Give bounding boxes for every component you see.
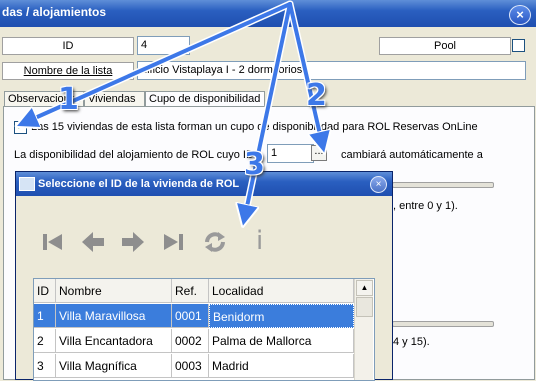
cell-localidad: Benidorm (209, 304, 354, 328)
pool-checkbox[interactable] (512, 39, 525, 52)
callout-number-3: 3 (244, 147, 265, 182)
callout-number-1: 1 (58, 82, 79, 117)
table-row[interactable]: 1 Villa Maravillosa 0001 Benidorm (34, 304, 354, 328)
app-icon (19, 177, 35, 191)
cell-ref: 0002 (172, 329, 209, 353)
ellipsis-button[interactable]: ... (311, 145, 327, 161)
previous-record-icon[interactable] (80, 229, 106, 255)
refresh-icon[interactable] (202, 229, 228, 255)
range2-text: 4 y 15). (393, 336, 430, 348)
table-row[interactable]: 3 Villa Magnífica 0003 Madrid (34, 354, 354, 378)
window-title: das / alojamientos (2, 5, 107, 19)
cell-nombre: Villa Magnífica (56, 354, 172, 378)
callout-number-2: 2 (306, 78, 327, 113)
cell-localidad: Palma de Mallorca (209, 329, 354, 353)
range1-text: , entre 0 y 1). (393, 200, 458, 212)
id-label: ID (2, 37, 134, 55)
viviendas-grid: ID Nombre Ref. Localidad 1 Villa Maravil… (33, 278, 375, 381)
id-field[interactable]: 4 (137, 36, 190, 55)
next-record-icon[interactable] (120, 229, 146, 255)
scroll-up-icon[interactable]: ▲ (356, 280, 373, 296)
cell-ref: 0003 (172, 354, 209, 378)
tab-viviendas[interactable]: Viviendas (84, 91, 145, 106)
last-record-icon[interactable] (160, 229, 186, 255)
disponibilidad-text: La disponibilidad del alojamiento de ROL… (14, 149, 254, 161)
cell-nombre: Villa Encantadora (56, 329, 172, 353)
dialog-titlebar: Seleccione el ID de la vivienda de ROL × (16, 172, 392, 196)
info-icon[interactable]: i (256, 226, 263, 256)
column-header-nombre[interactable]: Nombre (56, 279, 172, 303)
rol-id-field[interactable]: 1 (267, 144, 314, 163)
cell-id: 1 (34, 304, 56, 328)
cambiara-text: cambiará automáticamente a (341, 149, 483, 161)
cupo-checkbox[interactable]: ✔ (14, 120, 27, 134)
pool-label: Pool (379, 37, 511, 55)
select-vivienda-dialog: Seleccione el ID de la vivienda de ROL ×… (15, 171, 393, 381)
tab-cupo-disponibilidad[interactable]: Cupo de disponibilidad (145, 91, 265, 107)
cell-ref: 0001 (172, 304, 209, 328)
scroll-thumb[interactable] (356, 297, 373, 317)
list-name-label: Nombre de la lista (2, 62, 134, 80)
slider-track-2[interactable] (392, 321, 494, 327)
dialog-close-button[interactable]: × (370, 176, 387, 193)
dialog-title: Seleccione el ID de la vivienda de ROL (38, 178, 240, 190)
column-header-ref[interactable]: Ref. (172, 279, 209, 303)
first-record-icon[interactable] (40, 229, 66, 255)
window-close-button[interactable]: × (509, 5, 531, 25)
slider-track-1[interactable] (392, 182, 494, 188)
cell-id: 2 (34, 329, 56, 353)
cell-id: 3 (34, 354, 56, 378)
table-row[interactable]: 2 Villa Encantadora 0002 Palma de Mallor… (34, 329, 354, 353)
grid-header-row: ID Nombre Ref. Localidad (34, 279, 354, 303)
column-header-localidad[interactable]: Localidad (209, 279, 354, 303)
list-name-field[interactable]: dificio Vistaplaya I - 2 dormitorios (137, 61, 526, 80)
checkmark-icon: ✔ (16, 120, 26, 132)
cupo-checkbox-label: Las 15 viviendas de esta lista forman un… (31, 121, 478, 133)
cell-nombre: Villa Maravillosa (56, 304, 172, 328)
grid-scrollbar[interactable]: ▲ (354, 279, 373, 380)
column-header-id[interactable]: ID (34, 279, 56, 303)
cell-localidad: Madrid (209, 354, 354, 378)
window-titlebar: das / alojamientos × (0, 0, 536, 27)
